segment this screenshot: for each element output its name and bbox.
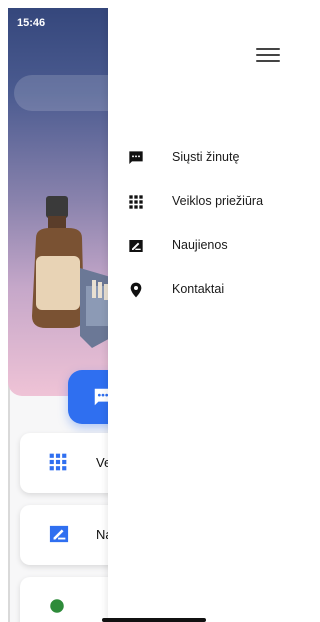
navigation-drawer: Siųsti žinutę Veiklos priežiūra Naujieno… — [108, 8, 287, 622]
drawer-item-activity-monitoring[interactable]: Veiklos priežiūra — [108, 186, 287, 218]
app-screen: 15:46 Ve Na Siųsti žinutę Veiklos prieži… — [8, 8, 287, 622]
message-icon — [129, 151, 143, 164]
drawer-item-contacts[interactable]: Kontaktai — [108, 274, 287, 306]
location-pin-icon — [50, 599, 64, 613]
news-icon — [129, 240, 143, 252]
home-indicator[interactable] — [102, 618, 206, 622]
status-time: 15:46 — [17, 17, 46, 29]
drawer-item-send-message[interactable]: Siųsti žinutę — [108, 142, 287, 174]
menu-line — [256, 48, 280, 50]
hero-illustration — [32, 196, 114, 348]
drawer-item-label: Kontaktai — [172, 282, 225, 296]
drawer-item-news[interactable]: Naujienos — [108, 230, 287, 262]
drawer-item-label: Veiklos priežiūra — [172, 194, 264, 208]
grid-icon — [129, 195, 143, 209]
drawer-item-label: Naujienos — [172, 238, 228, 252]
location-pin-icon — [130, 282, 142, 298]
menu-line — [256, 54, 280, 56]
menu-line — [256, 60, 280, 62]
grid-icon — [49, 453, 67, 471]
hamburger-menu-button[interactable] — [254, 44, 282, 68]
news-icon — [49, 525, 69, 543]
drawer-item-label: Siųsti žinutę — [172, 150, 240, 164]
